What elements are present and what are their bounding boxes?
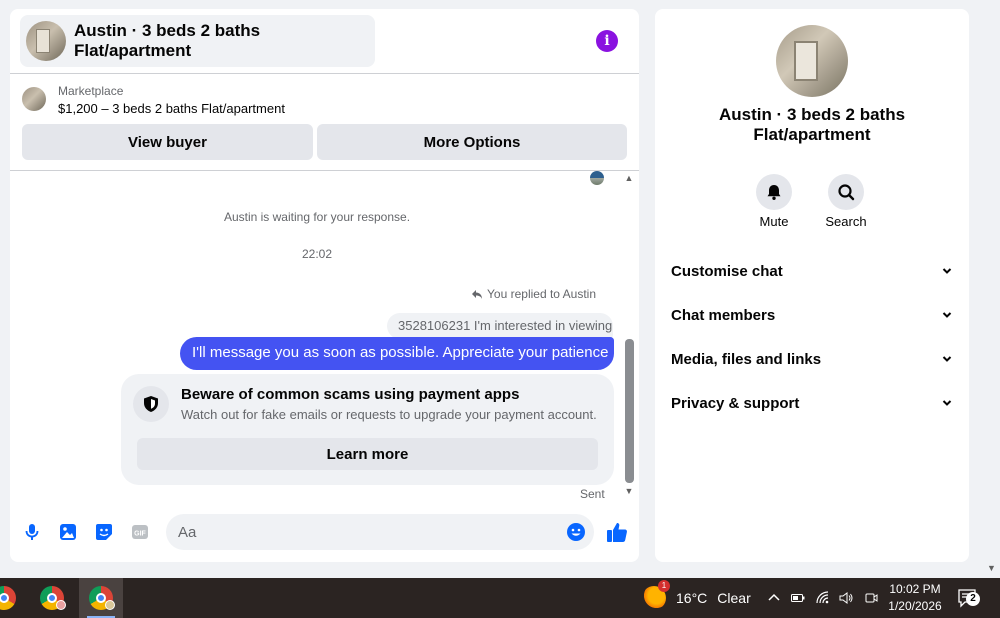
listing-thumbnail	[22, 87, 46, 111]
wifi-icon[interactable]	[815, 590, 831, 606]
seen-avatar	[590, 171, 604, 185]
divider	[10, 170, 639, 171]
message-composer: GIF	[10, 514, 639, 550]
scroll-up-arrow-icon[interactable]: ▲	[623, 173, 635, 185]
replied-indicator: You replied to Austin	[471, 287, 596, 301]
shield-icon	[133, 386, 169, 422]
marketplace-listing[interactable]: Marketplace $1,200 – 3 beds 2 baths Flat…	[22, 83, 285, 119]
listing-price-title: $1,200 – 3 beds 2 baths Flat/apartment	[58, 101, 285, 116]
profile-avatar[interactable]	[776, 25, 848, 97]
menu-label: Privacy & support	[671, 394, 800, 412]
clock-date: 1/20/2026	[888, 599, 942, 613]
weather-sun-icon: 1	[642, 580, 670, 610]
menu-media-files-links[interactable]: Media, files and links	[671, 344, 953, 374]
photo-icon[interactable]	[59, 523, 77, 541]
weather-badge: 1	[658, 580, 670, 592]
chat-panel: Austin · 3 beds 2 baths Flat/apartment i…	[10, 9, 639, 562]
marketplace-label: Marketplace	[58, 84, 124, 98]
listing-avatar	[26, 21, 66, 61]
learn-more-button[interactable]: Learn more	[137, 438, 598, 470]
conversation-info-panel: Austin · 3 beds 2 baths Flat/apartment M…	[655, 9, 969, 562]
volume-icon[interactable]	[838, 590, 854, 606]
message-input-box[interactable]	[166, 514, 594, 550]
taskbar-app-chrome-active[interactable]	[79, 578, 123, 618]
chevron-down-icon	[942, 268, 952, 274]
profile-badge-icon	[105, 600, 115, 610]
scam-warning-title: Beware of common scams using payment app…	[181, 386, 520, 403]
divider	[10, 73, 639, 74]
svg-text:GIF: GIF	[134, 531, 146, 538]
meet-now-icon[interactable]	[863, 590, 879, 606]
weather-condition: Clear	[717, 590, 751, 606]
scroll-down-arrow-icon[interactable]: ▼	[623, 486, 635, 498]
info-icon[interactable]: i	[596, 30, 618, 52]
emoji-icon[interactable]	[566, 522, 586, 542]
waiting-notice: Austin is waiting for your response.	[223, 210, 411, 224]
search-icon	[838, 184, 855, 201]
profile-name-line2: Flat/apartment	[753, 125, 871, 144]
menu-privacy-support[interactable]: Privacy & support	[671, 388, 953, 418]
scam-warning-card: Beware of common scams using payment app…	[121, 374, 614, 485]
scam-warning-description: Watch out for fake emails or requests to…	[181, 407, 597, 422]
outgoing-message[interactable]: I'll message you as soon as possible. Ap…	[180, 337, 614, 370]
search-label: Search	[825, 214, 867, 229]
message-timestamp: 22:02	[301, 247, 333, 261]
clock-time: 10:02 PM	[889, 582, 941, 596]
view-buyer-button[interactable]: View buyer	[22, 124, 313, 160]
more-options-button[interactable]: More Options	[317, 124, 627, 160]
scrollbar[interactable]	[625, 339, 634, 483]
weather-widget[interactable]: 1 16°C Clear	[642, 578, 751, 618]
menu-customise-chat[interactable]: Customise chat	[671, 256, 953, 286]
quoted-message[interactable]: 3528106231 I'm interested in viewing	[387, 313, 613, 339]
profile-name: Austin · 3 beds 2 baths Flat/apartment	[655, 105, 969, 145]
gif-icon[interactable]: GIF	[131, 523, 149, 541]
menu-label: Customise chat	[671, 262, 783, 280]
taskbar: 1 16°C Clear 10:02 PM 1/20/2026 2	[0, 578, 1000, 618]
taskbar-app-chrome[interactable]	[30, 578, 74, 618]
sticker-icon[interactable]	[95, 523, 113, 541]
thumbs-up-icon[interactable]	[606, 521, 628, 543]
mute-button[interactable]: Mute	[744, 174, 804, 229]
notification-count: 2	[966, 592, 980, 606]
chat-title: Austin · 3 beds 2 baths Flat/apartment	[74, 21, 261, 60]
page-scroll-down-arrow-icon[interactable]: ▼	[987, 563, 996, 573]
chrome-icon	[0, 586, 16, 610]
chevron-down-icon	[942, 400, 952, 406]
system-clock[interactable]: 10:02 PM 1/20/2026	[880, 581, 950, 615]
bell-icon	[767, 185, 781, 200]
reply-icon	[472, 290, 483, 299]
chevron-down-icon	[942, 356, 952, 362]
profile-name-line1: Austin · 3 beds 2 baths	[718, 105, 906, 124]
taskbar-app-chrome-profile[interactable]	[0, 578, 26, 618]
chevron-down-icon	[942, 312, 952, 318]
chat-header[interactable]: Austin · 3 beds 2 baths Flat/apartment	[20, 15, 375, 67]
menu-chat-members[interactable]: Chat members	[671, 300, 953, 330]
replied-text: You replied to Austin	[487, 287, 596, 301]
message-input[interactable]	[166, 514, 546, 550]
chevron-up-icon[interactable]	[766, 590, 782, 606]
sent-status: Sent	[580, 487, 605, 501]
profile-badge-icon	[56, 600, 66, 610]
menu-label: Media, files and links	[671, 350, 822, 368]
menu-label: Chat members	[671, 306, 776, 324]
search-button[interactable]: Search	[816, 174, 876, 229]
battery-icon[interactable]	[790, 590, 806, 606]
microphone-icon[interactable]	[23, 523, 41, 541]
temperature: 16°C	[676, 590, 708, 606]
mute-label: Mute	[759, 214, 789, 229]
